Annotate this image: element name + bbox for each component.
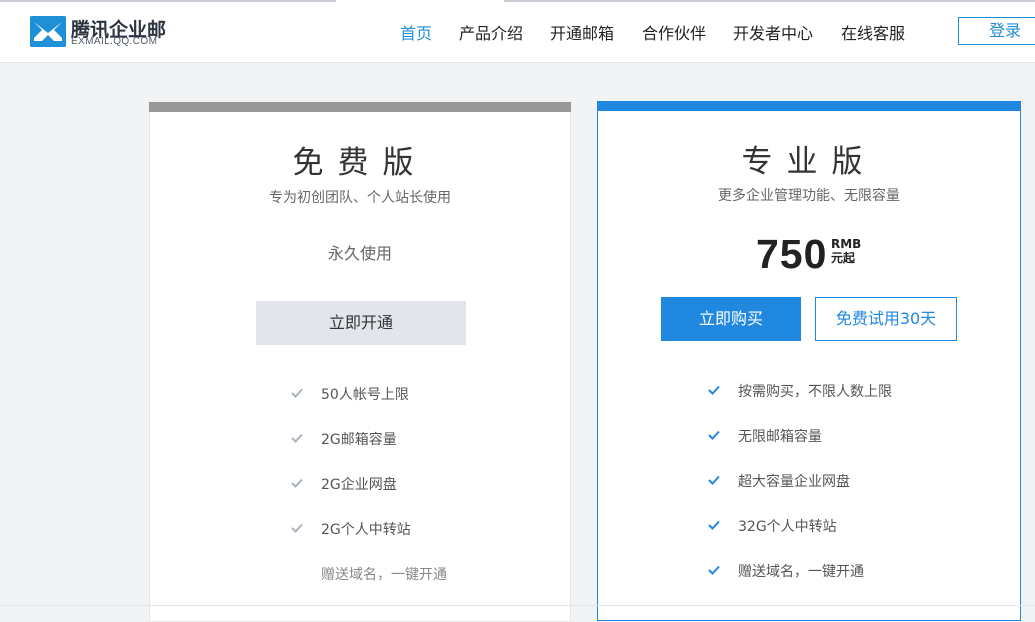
price-unit: RMB 元起 xyxy=(831,237,861,265)
nav-open-mailbox[interactable]: 开通邮箱 xyxy=(550,20,614,44)
feature-text: 2G个人中转站 xyxy=(321,522,411,538)
free-plan-card: 免费版 专为初创团队、个人站长使用 永久使用 立即开通 50人帐号上限 2G邮箱… xyxy=(149,102,571,622)
free-trial-button[interactable]: 免费试用30天 xyxy=(815,297,957,341)
top-header: 腾讯企业邮 EXMAIL.QQ.COM 首页 产品介绍 开通邮箱 合作伙伴 开发… xyxy=(0,0,1035,63)
check-icon xyxy=(290,476,304,490)
nav-products[interactable]: 产品介绍 xyxy=(459,20,523,44)
feature-text: 32G个人中转站 xyxy=(738,519,837,535)
free-plan-desc: 专为初创团队、个人站长使用 xyxy=(269,190,451,206)
nav-online-support[interactable]: 在线客服 xyxy=(841,20,905,44)
pro-plan-desc: 更多企业管理功能、无限容量 xyxy=(718,188,900,204)
check-icon xyxy=(707,563,721,577)
nav-partners[interactable]: 合作伙伴 xyxy=(642,20,706,44)
feature-text: 2G邮箱容量 xyxy=(321,432,397,448)
free-plan-title: 免费版 xyxy=(292,145,428,181)
nav-home[interactable]: 首页 xyxy=(400,20,432,44)
feature-text: 赠送域名，一键开通 xyxy=(738,564,864,580)
free-open-button[interactable]: 立即开通 xyxy=(256,301,466,345)
login-button[interactable]: 登录 xyxy=(958,17,1035,45)
feature-text: 50人帐号上限 xyxy=(321,387,409,403)
price-amount: 750 xyxy=(756,231,828,277)
pro-plan-topbar xyxy=(597,101,1021,111)
feature-text: 2G企业网盘 xyxy=(321,477,397,493)
price-suffix: 元起 xyxy=(831,251,856,265)
feature-text: 超大容量企业网盘 xyxy=(738,474,850,490)
free-plan-topbar xyxy=(149,102,571,112)
free-plan-duration: 永久使用 xyxy=(327,244,392,263)
check-icon xyxy=(707,518,721,532)
bottom-divider xyxy=(0,605,1035,606)
check-icon xyxy=(707,428,721,442)
feature-text: 按需购买，不限人数上限 xyxy=(738,384,892,400)
check-icon xyxy=(707,473,721,487)
pro-plan-title: 专业版 xyxy=(741,144,877,180)
mail-logo-icon xyxy=(30,16,66,47)
check-icon xyxy=(290,431,304,445)
nav-developer-center[interactable]: 开发者中心 xyxy=(733,20,813,44)
check-icon xyxy=(707,383,721,397)
feature-text: 赠送域名，一键开通 xyxy=(321,567,447,583)
price-currency: RMB xyxy=(831,237,862,251)
header-top-border xyxy=(0,0,1035,2)
logo-subtitle: EXMAIL.QQ.COM xyxy=(71,36,158,47)
logo[interactable]: 腾讯企业邮 EXMAIL.QQ.COM xyxy=(30,15,170,49)
pro-plan-card: 专业版 更多企业管理功能、无限容量 750 RMB 元起 立即购买 免费试用30… xyxy=(597,101,1021,621)
check-icon xyxy=(290,521,304,535)
feature-text: 无限邮箱容量 xyxy=(738,429,822,445)
buy-now-button[interactable]: 立即购买 xyxy=(661,297,801,341)
check-icon xyxy=(290,386,304,400)
